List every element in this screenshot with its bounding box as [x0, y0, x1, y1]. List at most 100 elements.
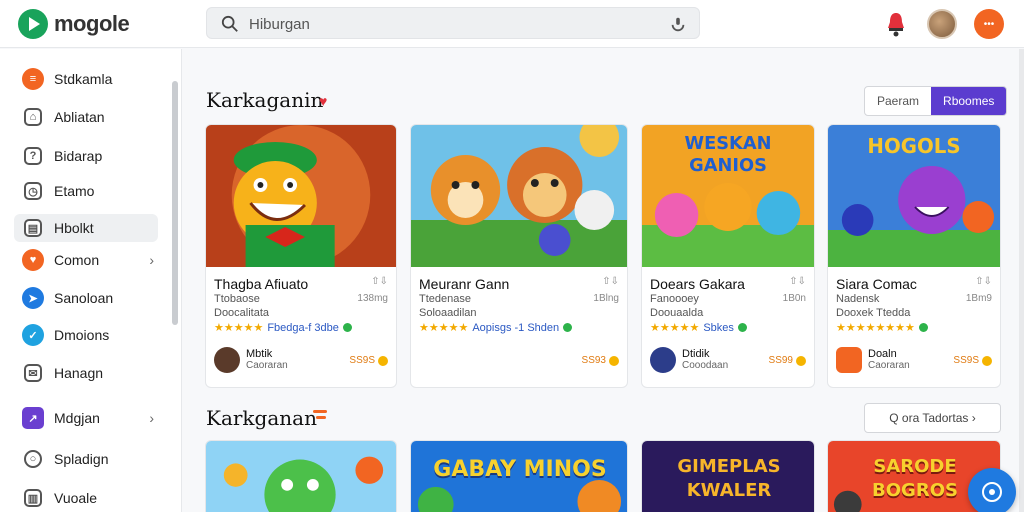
- chart-icon: ↗: [22, 407, 44, 429]
- card-meta: ⇧⇩: [371, 276, 388, 287]
- sidebar-item-4[interactable]: ▤ Hbolkt: [14, 214, 158, 242]
- sidebar-item-label: Hanagn: [54, 365, 104, 381]
- game-thumbnail: [411, 125, 627, 267]
- game-thumbnail: HOGOLS: [828, 125, 1000, 267]
- building-icon: ▥: [24, 489, 42, 507]
- sidebar-item-0[interactable]: ≡ Stdkamla: [14, 65, 158, 93]
- chat-icon: [982, 482, 1002, 502]
- question-icon: ?: [24, 147, 42, 165]
- coin-icon: [378, 355, 388, 366]
- sidebar-item-label: Bidarap: [54, 148, 103, 164]
- coin-icon: [609, 355, 619, 366]
- card-meta: ⇧⇩: [975, 276, 992, 287]
- publisher-avatar: [650, 347, 676, 373]
- game-card[interactable]: GABAY MINOS: [410, 440, 628, 512]
- flame-icon: [313, 410, 327, 413]
- status-dot: [563, 323, 573, 332]
- app-logo[interactable]: mogole: [18, 9, 130, 39]
- logo-text: mogole: [54, 11, 130, 36]
- dots-icon: •••: [983, 18, 995, 30]
- sidebar-item-9[interactable]: ↗ Mdgjan ›: [14, 404, 158, 432]
- user-avatar[interactable]: [927, 9, 957, 39]
- sidebar-item-label: Abliatan: [54, 109, 105, 125]
- send-icon: ➤: [22, 287, 44, 309]
- sidebar-item-label: Stdkamla: [54, 71, 113, 87]
- status-dot: [918, 323, 928, 332]
- rating-stars: ★★★★★ Aopisgs -1 Shden: [419, 321, 573, 334]
- sidebar-item-label: Dmoions: [54, 327, 110, 343]
- game-card[interactable]: Thagba Afiuato ⇧⇩ Ttobaose 138mg Doocali…: [205, 124, 397, 388]
- check-icon: ✓: [22, 324, 44, 346]
- svg-text:GANIOS: GANIOS: [689, 155, 767, 176]
- sidebar-item-label: Etamo: [54, 183, 95, 199]
- publisher-name: Doaln: [868, 348, 897, 360]
- sidebar-item-10[interactable]: ○ Spladign: [14, 445, 158, 473]
- coin-icon: [796, 355, 806, 366]
- rating-stars: ★★★★★ Sbkes: [650, 321, 747, 334]
- top-bar: mogole •••: [0, 0, 1024, 48]
- chat-icon: ○: [24, 450, 42, 468]
- game-thumbnail: [206, 125, 396, 267]
- price-value: SS9S: [953, 355, 979, 366]
- sidebar-item-7[interactable]: ✓ Dmoions: [14, 321, 158, 349]
- toggle-option-active[interactable]: Rboomes: [931, 87, 1007, 115]
- rating-stars: ★★★★★★★★: [836, 321, 928, 334]
- game-card[interactable]: WESKAN GANIOS Doears Gakara ⇧⇩ Fanoooey …: [641, 124, 815, 388]
- sidebar-item-6[interactable]: ➤ Sanoloan: [14, 284, 158, 312]
- publisher-name: Dtidik: [682, 348, 710, 360]
- sidebar-item-label: Vuoale: [54, 490, 98, 506]
- search-icon[interactable]: [221, 15, 239, 33]
- game-card[interactable]: HOGOLS Siara Comac ⇧⇩ Nadensk 1Bm9 Dooxe…: [827, 124, 1001, 388]
- sidebar: ≡ Stdkamla ⌂ Abliatan ? Bidarap ◷ Etamo …: [0, 49, 182, 512]
- game-title: Doears Gakara: [650, 276, 745, 292]
- sidebar-item-8[interactable]: ✉ Hanagn: [14, 359, 158, 387]
- sidebar-item-label: Mdgjan: [54, 410, 100, 426]
- rating-stars: ★★★★★ Fbedga-f 3dbe: [214, 321, 352, 334]
- voice-search-icon[interactable]: [669, 15, 687, 33]
- price: SS99: [769, 355, 806, 366]
- section-title: Karkganan: [206, 406, 317, 430]
- notification-bell-icon[interactable]: [885, 11, 907, 37]
- price: SS9S: [349, 355, 388, 366]
- clock-icon: ◷: [24, 182, 42, 200]
- search-input[interactable]: [249, 12, 649, 36]
- publisher-name: Mbtik: [246, 348, 273, 360]
- sidebar-item-11[interactable]: ▥ Vuoale: [14, 484, 158, 512]
- apps-menu-button[interactable]: •••: [974, 9, 1004, 39]
- game-developer: Dooxek Ttedda: [836, 307, 911, 319]
- mail-icon: ✉: [24, 364, 42, 382]
- game-card[interactable]: GIMEPLAS KWALER: [641, 440, 815, 512]
- sidebar-item-2[interactable]: ? Bidarap: [14, 142, 158, 170]
- svg-text:HOGOLS: HOGOLS: [867, 135, 960, 158]
- rating-tag: Fbedga-f 3dbe: [267, 321, 339, 334]
- rating-tag: Aopisgs -1 Shden: [472, 321, 560, 334]
- heart-icon: ♥: [22, 249, 44, 271]
- game-card[interactable]: Meuranr Gann ⇧⇩ Ttedenase 1Blng Soloaadi…: [410, 124, 628, 388]
- publisher-avatar: [214, 347, 240, 373]
- game-thumbnail: WESKAN GANIOS: [642, 125, 814, 267]
- price-value: SS9S: [349, 355, 375, 366]
- home-icon: ⌂: [24, 108, 42, 126]
- price-value: SS93: [581, 355, 606, 366]
- sidebar-item-3[interactable]: ◷ Etamo: [14, 177, 158, 205]
- game-title: Thagba Afiuato: [214, 276, 309, 292]
- svg-text:WESKAN: WESKAN: [685, 133, 772, 154]
- sidebar-scrollbar[interactable]: [172, 81, 178, 325]
- game-title: Siara Comac: [836, 276, 917, 292]
- sidebar-item-5[interactable]: ♥ Comon ›: [14, 246, 158, 274]
- game-category: Ttedenase: [419, 293, 471, 305]
- toggle-option[interactable]: Paeram: [865, 87, 931, 115]
- library-icon: ▤: [24, 219, 42, 237]
- see-more-button[interactable]: Q ora Tadortas ›: [864, 403, 1001, 433]
- price: SS9S: [953, 355, 992, 366]
- search-bar: [206, 7, 700, 39]
- main-scrollbar[interactable]: [1019, 49, 1024, 512]
- game-card[interactable]: [205, 440, 397, 512]
- stars: ★★★★★★★★: [836, 322, 915, 334]
- publisher-sub: Caoraran: [246, 360, 288, 371]
- rating-tag: Sbkes: [703, 321, 734, 334]
- sidebar-item-1[interactable]: ⌂ Abliatan: [14, 103, 158, 131]
- chat-fab-button[interactable]: [968, 468, 1016, 512]
- game-thumbnail: [206, 441, 396, 512]
- publisher: Mbtik Caoraran: [214, 347, 288, 373]
